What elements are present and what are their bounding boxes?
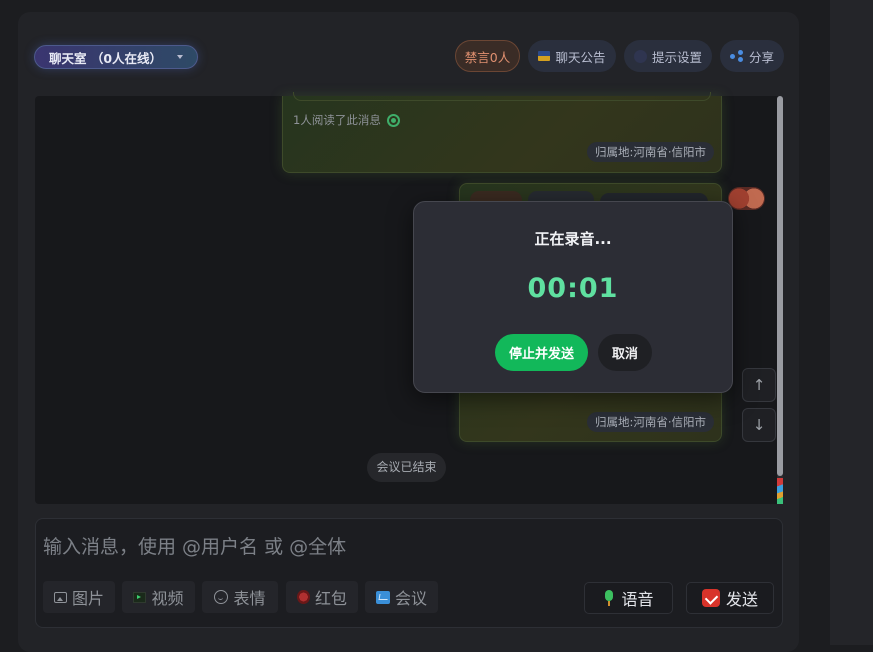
announcement-icon bbox=[538, 51, 551, 61]
red-packet-label: 红包 bbox=[314, 589, 347, 608]
share-label: 分享 bbox=[748, 49, 774, 65]
recording-dialog: 正在录音... 00:01 停止并发送 取消 bbox=[413, 201, 733, 393]
emoji-icon bbox=[214, 590, 229, 604]
video-icon bbox=[133, 591, 147, 603]
share-icon bbox=[729, 50, 744, 62]
microphone-icon bbox=[603, 590, 615, 606]
red-packet-button[interactable]: 红包 bbox=[286, 581, 358, 613]
voice-label: 语音 bbox=[621, 590, 654, 609]
avatar[interactable] bbox=[728, 187, 765, 210]
scroll-up-button[interactable]: ↑ bbox=[742, 368, 776, 402]
recording-title: 正在录音... bbox=[534, 230, 612, 248]
video-label: 视频 bbox=[151, 589, 184, 608]
image-button[interactable]: 图片 bbox=[43, 581, 115, 613]
stop-and-send-button[interactable]: 停止并发送 bbox=[495, 334, 588, 371]
voice-button[interactable]: 语音 bbox=[584, 582, 673, 614]
message-input-placeholder: 输入消息，使用 @用户名 或 @全体 bbox=[43, 536, 347, 558]
recording-timer: 00:01 bbox=[527, 273, 619, 304]
read-receipt: 1人阅读了此消息 bbox=[293, 112, 400, 128]
image-icon bbox=[53, 591, 67, 603]
location-badge: 归属地:河南省·信阳市 bbox=[587, 142, 715, 162]
share-button[interactable]: 分享 bbox=[720, 40, 784, 72]
scrollbar-thumb[interactable] bbox=[777, 96, 783, 476]
tips-label: 提示设置 bbox=[651, 49, 702, 65]
send-label: 发送 bbox=[725, 590, 758, 609]
tips-settings-button[interactable]: 提示设置 bbox=[624, 40, 712, 72]
meeting-button[interactable]: 会议 bbox=[365, 581, 438, 613]
video-button[interactable]: 视频 bbox=[122, 581, 195, 613]
read-status-text: 1人阅读了此消息 bbox=[293, 113, 381, 127]
room-label: 聊天室 （0人在线） bbox=[49, 50, 163, 66]
arrow-down-icon: ↓ bbox=[752, 416, 766, 434]
mute-button[interactable]: 禁言0人 bbox=[455, 40, 520, 72]
chevron-down-icon bbox=[177, 55, 183, 59]
meeting-label: 会议 bbox=[394, 589, 427, 608]
red-packet-icon bbox=[296, 590, 310, 604]
scroll-down-button[interactable]: ↓ bbox=[742, 408, 776, 442]
arrow-up-icon: ↑ bbox=[752, 376, 766, 394]
notice-label: 聊天公告 bbox=[555, 49, 606, 65]
eye-icon[interactable] bbox=[386, 113, 400, 127]
mute-label: 禁言0人 bbox=[464, 49, 511, 65]
image-label: 图片 bbox=[71, 589, 104, 608]
settings-icon bbox=[633, 49, 647, 63]
scrollbar-marker bbox=[777, 478, 783, 504]
scrollbar[interactable] bbox=[777, 96, 783, 504]
quoted-content bbox=[293, 92, 711, 101]
location-badge: 归属地:河南省·信阳市 bbox=[587, 412, 715, 432]
emoji-label: 表情 bbox=[233, 589, 266, 608]
cancel-button[interactable]: 取消 bbox=[598, 334, 652, 371]
meeting-ended-notice: 会议已结束 bbox=[367, 453, 446, 482]
send-button[interactable]: 发送 bbox=[686, 582, 774, 614]
room-selector[interactable]: 聊天室 （0人在线） bbox=[34, 45, 198, 69]
emoji-button[interactable]: 表情 bbox=[202, 581, 278, 613]
right-edge-strip bbox=[830, 0, 873, 645]
notice-button[interactable]: 聊天公告 bbox=[528, 40, 616, 72]
send-icon bbox=[701, 589, 720, 607]
meeting-icon bbox=[375, 590, 390, 604]
